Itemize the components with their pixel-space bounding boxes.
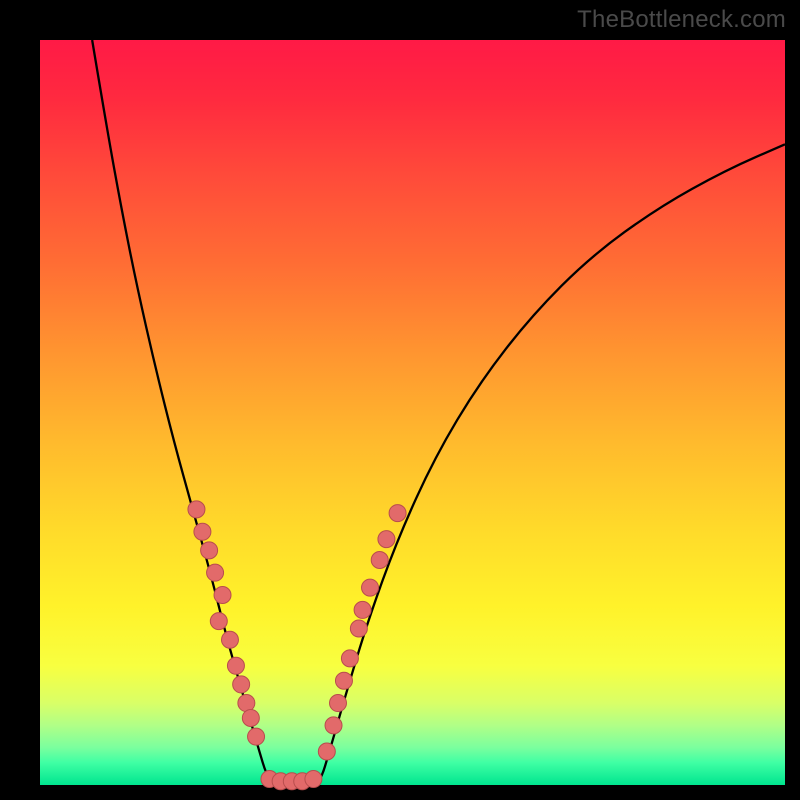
curve-group	[92, 40, 785, 785]
data-point	[238, 695, 255, 712]
data-point	[214, 587, 231, 604]
data-point	[221, 631, 238, 648]
data-point	[325, 717, 342, 734]
data-point	[389, 505, 406, 522]
data-point	[242, 709, 259, 726]
data-point	[248, 728, 265, 745]
data-point	[210, 613, 227, 630]
data-point	[207, 564, 224, 581]
data-point	[354, 601, 371, 618]
outer-frame: TheBottleneck.com	[0, 0, 800, 800]
data-point	[362, 579, 379, 596]
points-group	[188, 501, 406, 790]
data-point	[194, 523, 211, 540]
data-point	[341, 650, 358, 667]
data-point	[318, 743, 335, 760]
data-point	[201, 542, 218, 559]
watermark-text: TheBottleneck.com	[577, 6, 786, 34]
data-point	[188, 501, 205, 518]
data-point	[233, 676, 250, 693]
data-point	[335, 672, 352, 689]
chart-overlay	[40, 40, 785, 785]
data-point	[227, 657, 244, 674]
data-point	[378, 531, 395, 548]
data-point	[305, 771, 322, 788]
data-point	[350, 620, 367, 637]
data-point	[371, 552, 388, 569]
bottleneck-curve	[92, 40, 785, 785]
data-point	[330, 695, 347, 712]
